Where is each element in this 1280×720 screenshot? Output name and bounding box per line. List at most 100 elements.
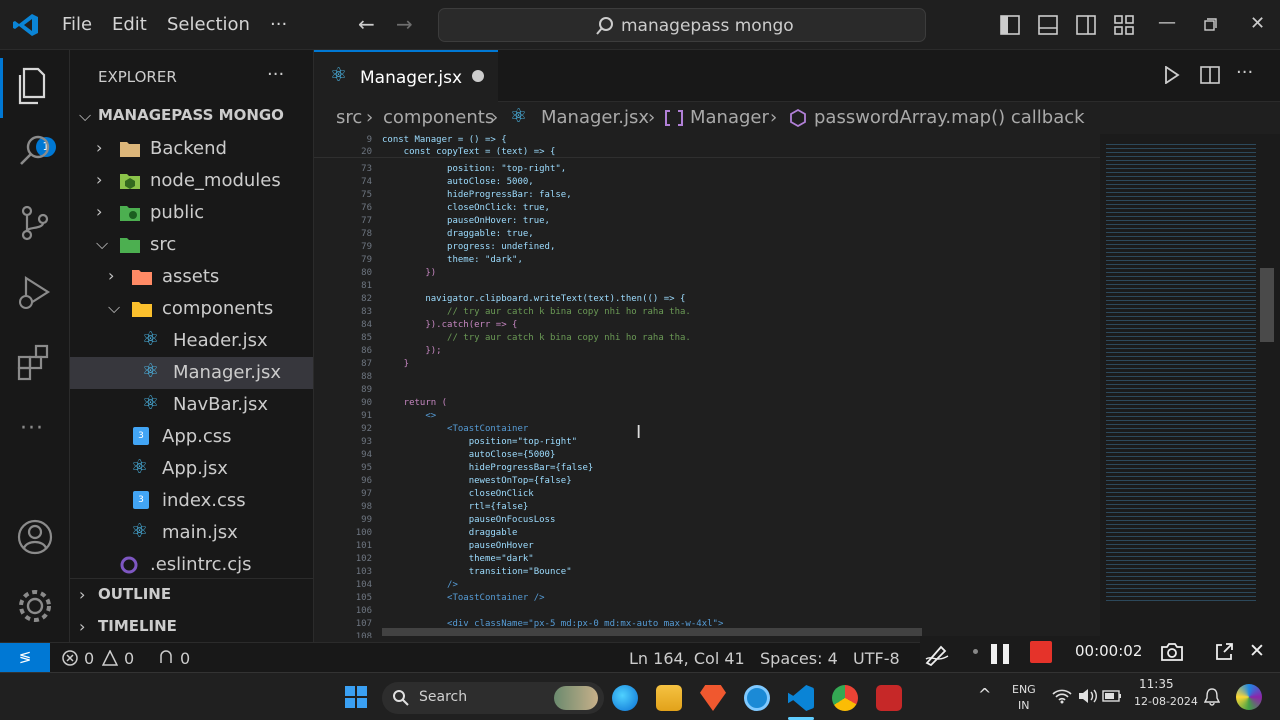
more-views-icon[interactable]: ··· (20, 416, 44, 441)
tab-manager-jsx[interactable]: ⚛ Manager.jsx (314, 50, 498, 102)
run-icon[interactable] (1164, 66, 1180, 84)
stop-record-icon[interactable] (1030, 641, 1052, 663)
tree-item-manager-jsx[interactable]: ⚛ Manager.jsx (70, 357, 313, 389)
menu-more[interactable]: ··· (270, 14, 287, 35)
camera-icon[interactable] (1160, 642, 1184, 662)
vscode-logo-icon[interactable] (13, 12, 39, 38)
outline-section[interactable]: › OUTLINE (70, 580, 313, 612)
breadcrumb-file[interactable]: Manager.jsx (541, 107, 649, 128)
forward-arrow-icon[interactable]: → (396, 12, 413, 36)
tree-item-main-jsx[interactable]: ⚛ main.jsx (70, 517, 313, 549)
copilot-icon[interactable] (1236, 684, 1262, 710)
customize-layout-icon[interactable] (1114, 15, 1134, 35)
error-count[interactable]: 0 (84, 649, 94, 668)
minimize-icon[interactable]: — (1158, 12, 1176, 33)
divider (70, 578, 313, 579)
remote-indicator[interactable]: ≶ (0, 643, 50, 673)
explorer-icon[interactable] (14, 65, 56, 107)
vertical-scrollbar-thumb[interactable] (1260, 268, 1274, 342)
close-window-icon[interactable]: ✕ (1250, 13, 1265, 34)
ports-icon[interactable] (158, 650, 174, 666)
line-number: 75 (361, 190, 372, 200)
taskbar-search[interactable]: Search (382, 682, 604, 714)
tree-item-label: App.jsx (162, 458, 228, 479)
breadcrumb-symbol[interactable]: Manager (690, 107, 769, 128)
volume-icon[interactable] (1078, 688, 1098, 704)
tree-item-assets[interactable]: › assets (70, 261, 313, 293)
pen-icon[interactable] (924, 642, 950, 666)
open-external-icon[interactable] (1214, 642, 1234, 662)
file-explorer-icon[interactable] (656, 685, 682, 711)
source-control-icon[interactable] (14, 202, 56, 244)
tree-item-navbar-jsx[interactable]: ⚛ NavBar.jsx (70, 389, 313, 421)
settings-gear-icon[interactable] (14, 585, 56, 627)
breadcrumb-components[interactable]: components (383, 107, 494, 128)
tree-item-app-css[interactable]: 3 App.css (70, 421, 313, 453)
breadcrumb-src[interactable]: src (336, 107, 362, 128)
tree-item-app-jsx[interactable]: ⚛ App.jsx (70, 453, 313, 485)
clock-date[interactable]: 12-08-2024 (1134, 695, 1198, 708)
extensions-icon[interactable] (14, 342, 56, 384)
toggle-primary-sidebar-icon[interactable] (1000, 15, 1020, 35)
breadcrumb-callback[interactable]: passwordArray.map() callback (814, 107, 1085, 128)
language-region[interactable]: IN (1018, 699, 1029, 712)
line-number: 79 (361, 242, 372, 252)
menu-file[interactable]: File (62, 14, 92, 35)
chrome-icon[interactable] (832, 685, 858, 711)
windows-start-icon[interactable] (344, 685, 368, 709)
ports-count[interactable]: 0 (180, 649, 190, 668)
explorer-sidebar: EXPLORER ··· ⌵ MANAGEPASS MONGO › Backen… (70, 50, 314, 642)
timeline-section[interactable]: › TIMELINE (70, 612, 313, 644)
edge-icon[interactable] (612, 685, 638, 711)
menu-selection[interactable]: Selection (167, 14, 250, 35)
clock-time[interactable]: 11:35 (1139, 677, 1174, 691)
code-line: pauseOnHover: true, (382, 216, 550, 226)
split-editor-icon[interactable] (1200, 65, 1220, 85)
tree-item-header-jsx[interactable]: ⚛ Header.jsx (70, 325, 313, 357)
editor-more-icon[interactable]: ··· (1236, 62, 1253, 83)
project-root[interactable]: ⌵ MANAGEPASS MONGO (70, 101, 313, 133)
tree-item-components[interactable]: ⌵ components (70, 293, 313, 325)
command-center-search[interactable]: managepass mongo (438, 8, 926, 42)
menu-edit[interactable]: Edit (112, 14, 147, 35)
horizontal-scrollbar[interactable] (382, 628, 922, 636)
tree-item-node-modules[interactable]: › node_modules (70, 165, 313, 197)
notification-bell-icon[interactable] (1204, 688, 1220, 706)
folder-icon (120, 142, 140, 157)
code-line: }) (382, 268, 437, 278)
accounts-icon[interactable] (14, 516, 56, 558)
explorer-more-icon[interactable]: ··· (267, 64, 284, 85)
search-view-icon[interactable] (14, 130, 56, 172)
tree-item-public[interactable]: › public (70, 197, 313, 229)
pause-icon[interactable] (988, 642, 1012, 666)
toggle-panel-icon[interactable] (1038, 15, 1058, 35)
brave-icon[interactable] (700, 685, 726, 711)
encoding[interactable]: UTF-8 (853, 649, 900, 668)
tree-item-eslintrc[interactable]: .eslintrc.cjs (70, 549, 313, 581)
warning-icon[interactable] (102, 650, 118, 666)
chevron-up-icon[interactable]: ^ (978, 685, 991, 704)
tree-item-backend[interactable]: › Backend (70, 133, 313, 165)
tree-item-index-css[interactable]: 3 index.css (70, 485, 313, 517)
clock-app-icon[interactable] (744, 685, 770, 711)
code-line: autoClose: 5000, (382, 177, 534, 187)
error-icon[interactable] (62, 650, 78, 666)
battery-icon[interactable] (1102, 690, 1122, 702)
wifi-icon[interactable] (1052, 688, 1072, 704)
vscode-taskbar-icon[interactable] (788, 685, 814, 711)
minimap[interactable] (1100, 134, 1280, 638)
tree-item-src[interactable]: ⌵ src (70, 229, 313, 261)
code-editor[interactable]: 9 const Manager = () => { 20 const copyT… (314, 134, 1100, 638)
run-debug-icon[interactable] (14, 272, 56, 314)
back-arrow-icon[interactable]: ← (358, 12, 375, 36)
language-code[interactable]: ENG (1012, 683, 1036, 696)
screen-recorder-app-icon[interactable] (876, 685, 902, 711)
cursor-position[interactable]: Ln 164, Col 41 (629, 649, 745, 668)
toggle-secondary-sidebar-icon[interactable] (1076, 15, 1096, 35)
unsaved-dot-icon[interactable] (472, 70, 484, 82)
close-recorder-icon[interactable]: ✕ (1249, 640, 1265, 662)
sticky-scroll[interactable]: 9 const Manager = () => { 20 const copyT… (314, 134, 1100, 158)
indentation[interactable]: Spaces: 4 (760, 649, 838, 668)
restore-icon[interactable] (1204, 18, 1217, 31)
warning-count[interactable]: 0 (124, 649, 134, 668)
